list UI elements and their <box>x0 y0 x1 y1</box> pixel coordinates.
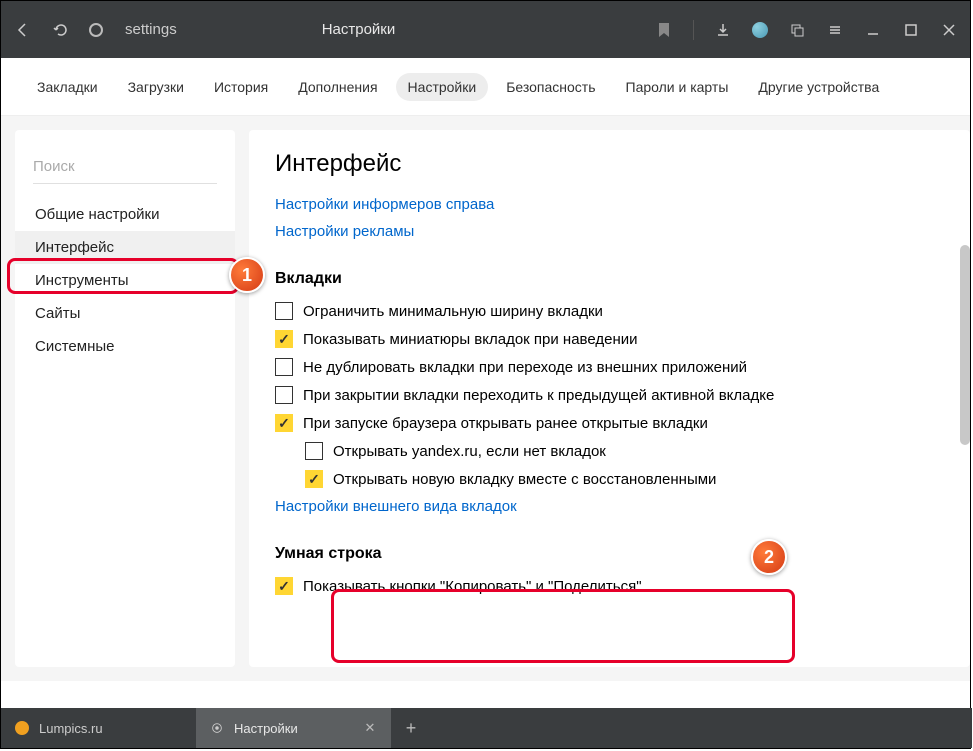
nav-downloads[interactable]: Загрузки <box>116 73 196 101</box>
checkbox-label: При закрытии вкладки переходить к предыд… <box>303 387 774 404</box>
nav-bookmarks[interactable]: Закладки <box>25 73 110 101</box>
checkbox-min-width[interactable]: Ограничить минимальную ширину вкладки <box>275 302 944 320</box>
nav-extensions[interactable]: Дополнения <box>286 73 389 101</box>
tab-label: Lumpics.ru <box>39 721 103 736</box>
sidebar-item-tools[interactable]: Инструменты <box>15 264 235 297</box>
checkbox-label: Ограничить минимальную ширину вкладки <box>303 303 603 320</box>
checkbox-label: Показывать миниатюры вкладок при наведен… <box>303 331 638 348</box>
nav-passwords[interactable]: Пароли и карты <box>614 73 741 101</box>
page-title: Настройки <box>322 21 396 38</box>
gear-icon <box>210 721 224 735</box>
site-favicon <box>89 23 103 37</box>
sidebar-item-system[interactable]: Системные <box>15 330 235 363</box>
titlebar: settings Настройки <box>1 1 970 58</box>
copy-icon[interactable] <box>788 21 806 39</box>
sidebar-item-sites[interactable]: Сайты <box>15 297 235 330</box>
checkbox-icon[interactable] <box>275 302 293 320</box>
tab-label: Настройки <box>234 721 298 736</box>
minimize-button[interactable] <box>864 21 882 39</box>
checkbox-icon[interactable] <box>275 330 293 348</box>
checkbox-label: Не дублировать вкладки при переходе из в… <box>303 359 747 376</box>
nav-history[interactable]: История <box>202 73 280 101</box>
search-input[interactable]: Поиск <box>33 150 217 184</box>
link-tab-appearance[interactable]: Настройки внешнего вида вкладок <box>275 498 944 515</box>
menu-icon[interactable] <box>826 21 844 39</box>
section-tabs-heading: Вкладки <box>275 270 944 288</box>
checkbox-label: При запуске браузера открывать ранее отк… <box>303 415 708 432</box>
tab-favicon <box>15 721 29 735</box>
checkbox-icon[interactable] <box>275 414 293 432</box>
extensions-icon[interactable] <box>752 22 768 38</box>
maximize-button[interactable] <box>902 21 920 39</box>
new-tab-button[interactable]: + <box>391 708 431 748</box>
checkbox-icon[interactable] <box>275 577 293 595</box>
sidebar: Поиск Общие настройки Интерфейс Инструме… <box>15 130 235 667</box>
close-icon[interactable]: ✕ <box>363 721 377 735</box>
tabbar: Lumpics.ru Настройки ✕ + <box>1 708 972 748</box>
checkbox-open-yandex[interactable]: Открывать yandex.ru, если нет вкладок <box>305 442 944 460</box>
back-button[interactable] <box>13 20 33 40</box>
top-nav: Закладки Загрузки История Дополнения Нас… <box>1 58 970 116</box>
nav-devices[interactable]: Другие устройства <box>746 73 891 101</box>
checkbox-dup-tabs[interactable]: Не дублировать вкладки при переходе из в… <box>275 358 944 376</box>
checkbox-icon[interactable] <box>275 358 293 376</box>
checkbox-label: Открывать новую вкладку вместе с восстан… <box>333 471 716 488</box>
checkbox-icon[interactable] <box>305 442 323 460</box>
divider <box>693 20 694 40</box>
nav-security[interactable]: Безопасность <box>494 73 607 101</box>
bookmark-icon[interactable] <box>655 21 673 39</box>
nav-settings[interactable]: Настройки <box>396 73 489 101</box>
tab-settings[interactable]: Настройки ✕ <box>196 708 391 748</box>
content-panel: Интерфейс Настройки информеров справа На… <box>249 130 970 667</box>
link-ads[interactable]: Настройки рекламы <box>275 223 944 240</box>
downloads-icon[interactable] <box>714 21 732 39</box>
checkbox-icon[interactable] <box>305 470 323 488</box>
checkbox-thumbnails[interactable]: Показывать миниатюры вкладок при наведен… <box>275 330 944 348</box>
checkbox-new-tab-with-restored[interactable]: Открывать новую вкладку вместе с восстан… <box>305 470 944 488</box>
scrollbar[interactable] <box>960 245 970 445</box>
close-button[interactable] <box>940 21 958 39</box>
sidebar-item-general[interactable]: Общие настройки <box>15 198 235 231</box>
link-informers[interactable]: Настройки информеров справа <box>275 196 944 213</box>
reload-button[interactable] <box>51 20 71 40</box>
checkbox-copy-share[interactable]: Показывать кнопки "Копировать" и "Подели… <box>275 577 944 595</box>
checkbox-restore-tabs[interactable]: При запуске браузера открывать ранее отк… <box>275 414 944 432</box>
content-heading: Интерфейс <box>275 150 944 178</box>
sidebar-item-interface[interactable]: Интерфейс <box>15 231 235 264</box>
section-smart-heading: Умная строка <box>275 545 944 563</box>
checkbox-label: Показывать кнопки "Копировать" и "Подели… <box>303 578 642 595</box>
checkbox-icon[interactable] <box>275 386 293 404</box>
checkbox-label: Открывать yandex.ru, если нет вкладок <box>333 443 606 460</box>
tab-lumpics[interactable]: Lumpics.ru <box>1 708 196 748</box>
checkbox-prev-tab[interactable]: При закрытии вкладки переходить к предыд… <box>275 386 944 404</box>
url-text[interactable]: settings <box>125 21 177 38</box>
